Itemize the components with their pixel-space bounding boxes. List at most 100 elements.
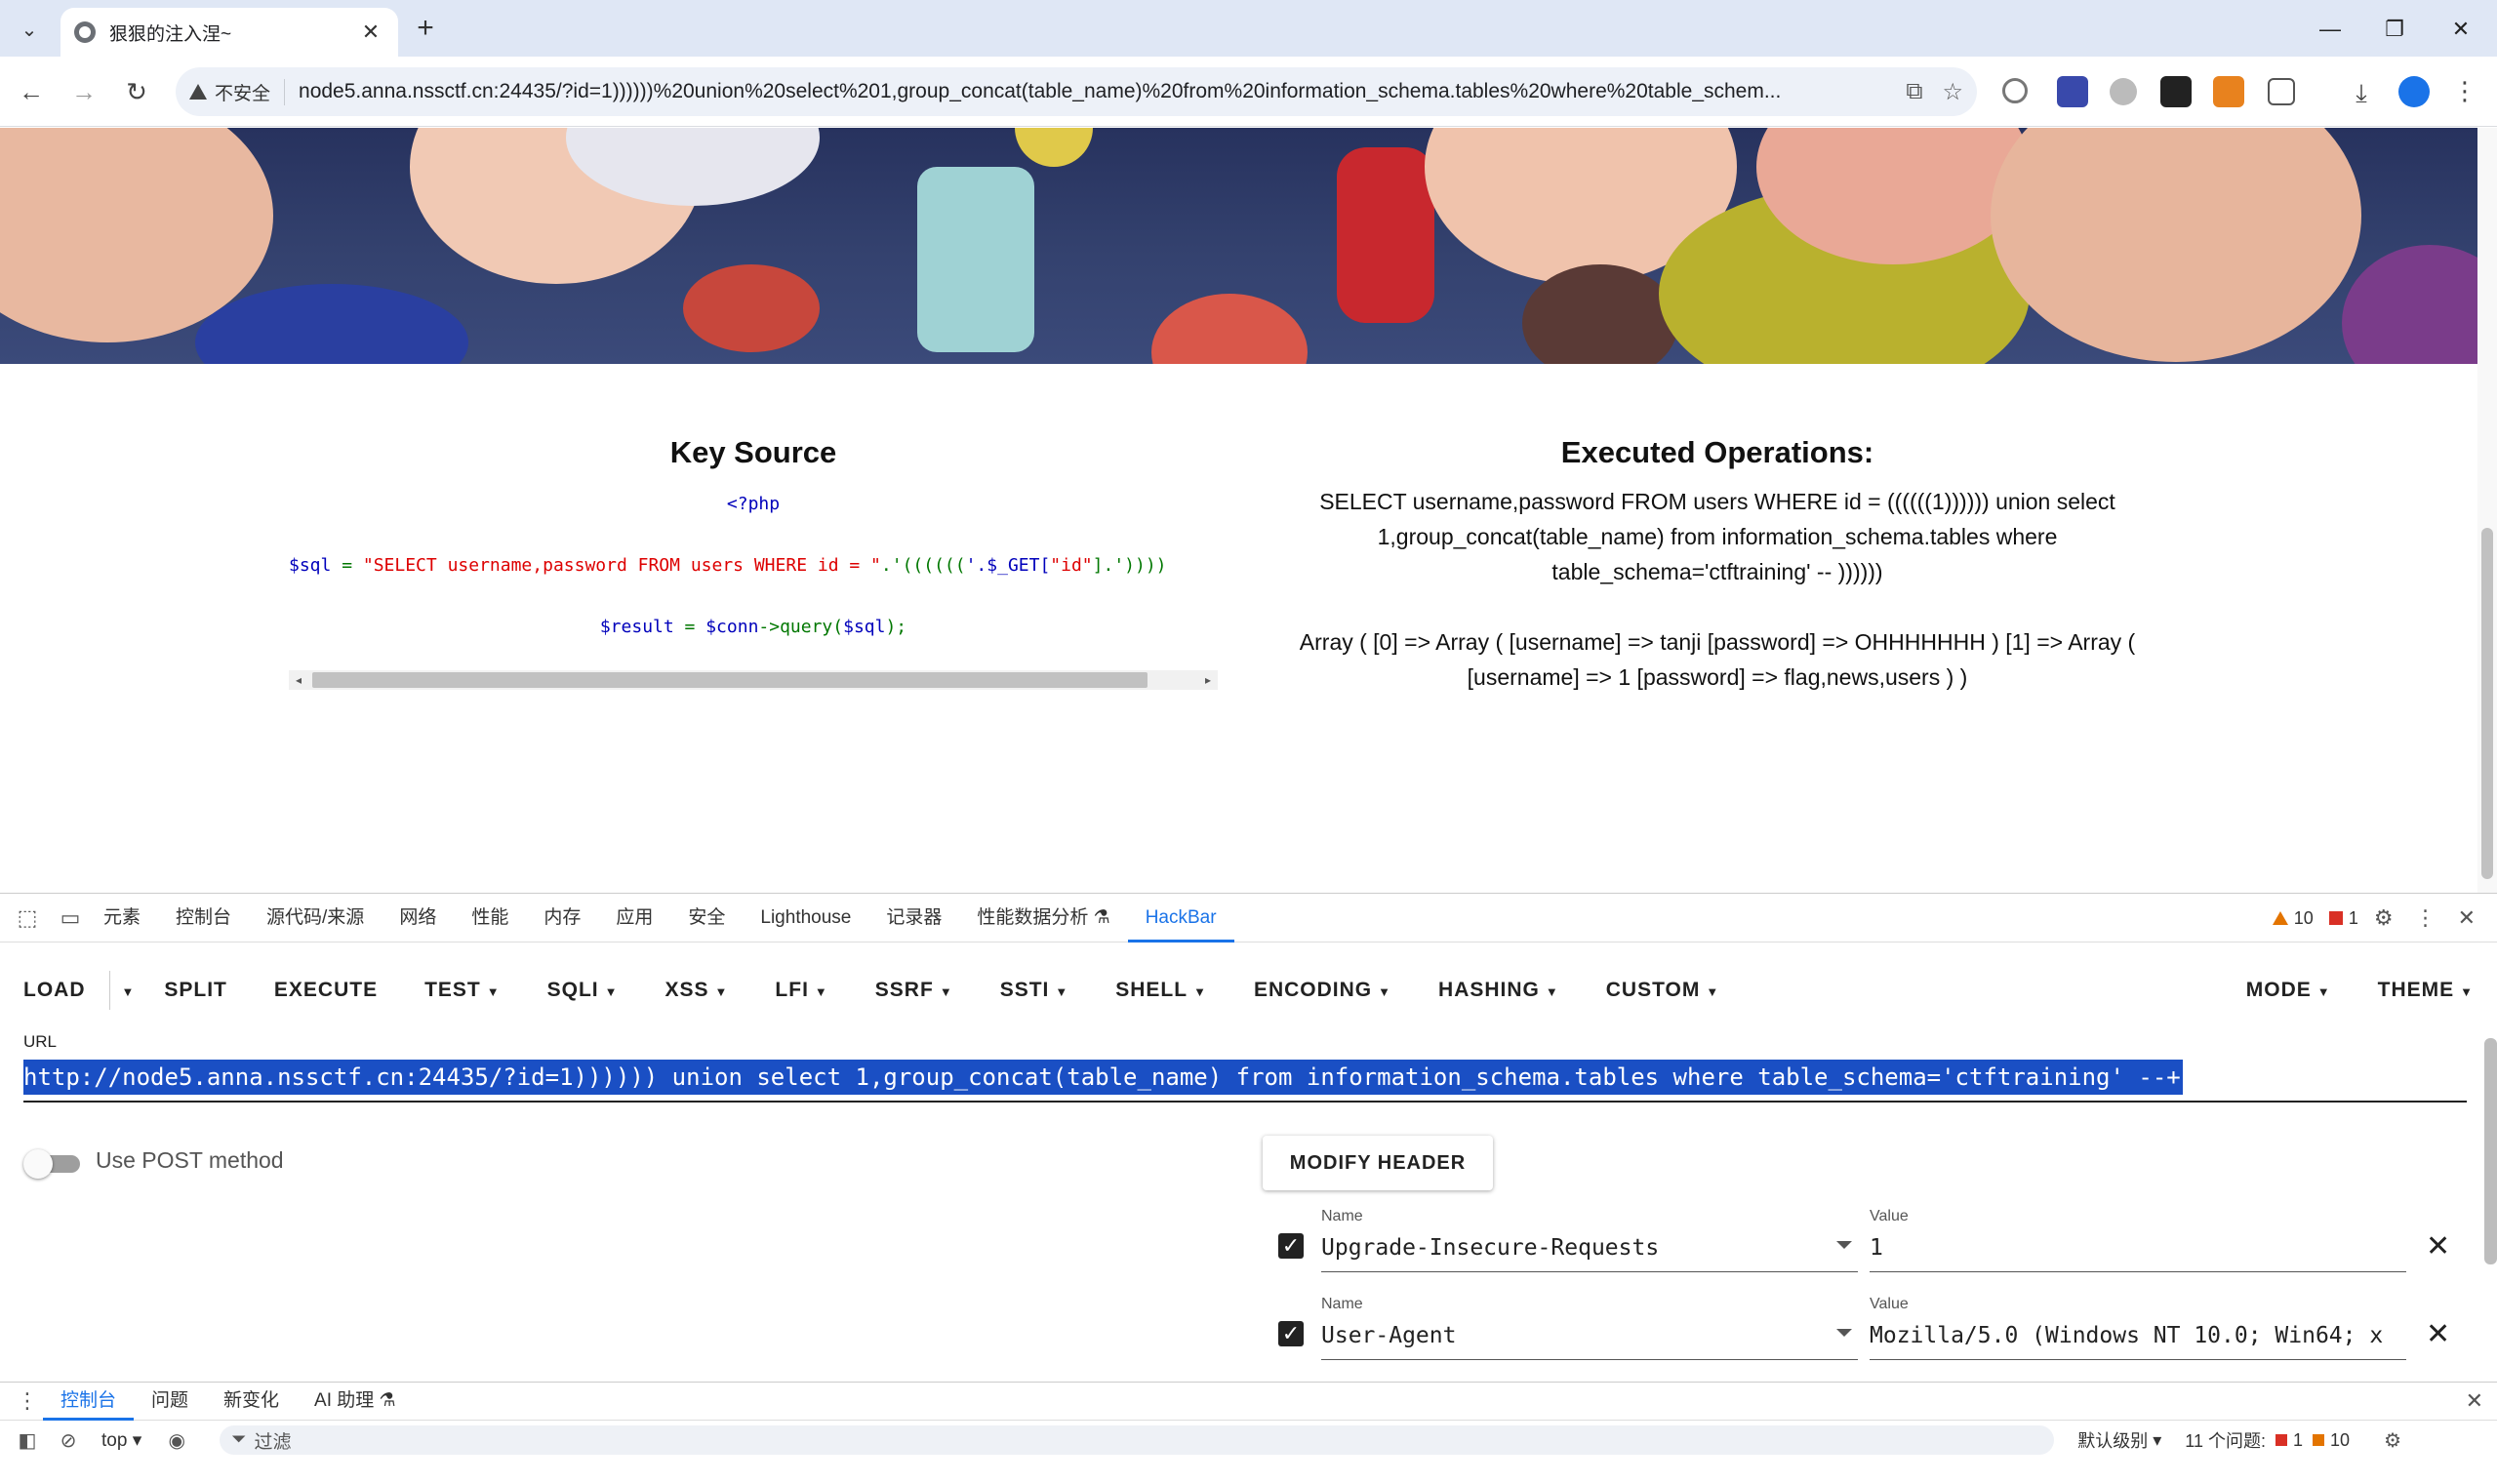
header-name-value[interactable]: Upgrade-Insecure-Requests bbox=[1321, 1235, 1659, 1261]
extension-gear-icon[interactable] bbox=[2110, 78, 2137, 105]
scroll-left-icon[interactable]: ◂ bbox=[289, 670, 308, 690]
header-name-field[interactable]: Name Upgrade-Insecure-Requests bbox=[1321, 1204, 1858, 1272]
close-tab-icon[interactable]: ✕ bbox=[357, 20, 384, 45]
devtools-tab-performance[interactable]: 性能 bbox=[454, 894, 526, 943]
shell-menu[interactable]: SHELL ▼ bbox=[1092, 979, 1230, 1002]
devtools-tab-performance-insights[interactable]: 性能数据分析 ⚗ bbox=[959, 894, 1127, 943]
scroll-right-icon[interactable]: ▸ bbox=[1198, 670, 1218, 690]
drawer-tab-issues[interactable]: 问题 bbox=[134, 1382, 206, 1421]
download-icon[interactable]: ⤓ bbox=[2346, 78, 2377, 109]
php-open-tag: <?php bbox=[726, 494, 781, 514]
context-selector[interactable]: top ▾ bbox=[101, 1429, 141, 1452]
test-menu[interactable]: TEST ▼ bbox=[401, 979, 524, 1002]
translate-icon[interactable]: ⧉ bbox=[1906, 78, 1922, 105]
header-value-text[interactable]: 1 bbox=[1870, 1235, 1883, 1261]
caret-down-icon[interactable] bbox=[1836, 1241, 1852, 1249]
split-button[interactable]: SPLIT bbox=[141, 979, 251, 1002]
devtools-tab-memory[interactable]: 内存 bbox=[526, 894, 598, 943]
extensions-puzzle-icon[interactable] bbox=[2268, 78, 2295, 105]
header-name-value[interactable]: User-Agent bbox=[1321, 1323, 1456, 1348]
more-options-icon[interactable]: ⋮ bbox=[2415, 905, 2437, 931]
issues-counter[interactable]: 11 个问题: 1 10 bbox=[2185, 1427, 2350, 1453]
forward-button[interactable]: → bbox=[64, 72, 103, 111]
mode-menu[interactable]: MODE ▼ bbox=[2223, 979, 2355, 1002]
header-enabled-checkbox[interactable]: ✓ bbox=[1278, 1233, 1304, 1259]
drawer-tab-whats-new[interactable]: 新变化 bbox=[206, 1382, 297, 1421]
header-name-field[interactable]: Name User-Agent bbox=[1321, 1292, 1858, 1360]
close-devtools-icon[interactable]: ✕ bbox=[2458, 905, 2476, 931]
devtools-tab-sources[interactable]: 源代码/来源 bbox=[249, 894, 382, 943]
devtools-tab-network[interactable]: 网络 bbox=[382, 894, 454, 943]
remove-header-icon[interactable]: ✕ bbox=[2426, 1229, 2450, 1263]
extension-shield-icon[interactable] bbox=[2057, 76, 2088, 107]
reload-button[interactable]: ↻ bbox=[117, 72, 156, 111]
warning-count[interactable]: 10 bbox=[2272, 908, 2314, 929]
lfi-menu[interactable]: LFI ▼ bbox=[751, 979, 851, 1002]
header-value-text[interactable]: Mozilla/5.0 (Windows NT 10.0; Win64; x bbox=[1870, 1323, 2383, 1348]
execute-button[interactable]: EXECUTE bbox=[251, 979, 401, 1002]
error-count[interactable]: 1 bbox=[2328, 908, 2358, 929]
eye-icon[interactable]: ◉ bbox=[163, 1428, 190, 1453]
url-text[interactable]: node5.anna.nssctf.cn:24435/?id=1))))))%2… bbox=[299, 80, 1886, 103]
encoding-menu[interactable]: ENCODING ▼ bbox=[1230, 979, 1415, 1002]
custom-menu[interactable]: CUSTOM ▼ bbox=[1583, 979, 1744, 1002]
drawer-menu-icon[interactable]: ⋮ bbox=[12, 1388, 43, 1414]
ssrf-menu[interactable]: SSRF ▼ bbox=[852, 979, 977, 1002]
inspect-element-icon[interactable]: ⬚ bbox=[12, 905, 43, 931]
sqli-menu[interactable]: SQLI ▼ bbox=[524, 979, 642, 1002]
load-button[interactable]: LOAD bbox=[0, 979, 109, 1002]
drawer-tab-console[interactable]: 控制台 bbox=[43, 1382, 135, 1421]
theme-menu[interactable]: THEME ▼ bbox=[2355, 979, 2483, 1002]
extension-circle-icon[interactable] bbox=[2002, 78, 2028, 103]
close-drawer-icon[interactable]: ✕ bbox=[2466, 1388, 2483, 1414]
remove-header-icon[interactable]: ✕ bbox=[2426, 1317, 2450, 1351]
restore-button[interactable]: ❐ bbox=[2367, 10, 2422, 49]
extension-mask-icon[interactable] bbox=[2160, 76, 2192, 107]
settings-gear-icon[interactable]: ⚙ bbox=[2374, 905, 2394, 931]
header-value-field[interactable]: Value Mozilla/5.0 (Windows NT 10.0; Win6… bbox=[1870, 1292, 2406, 1360]
browser-tab[interactable]: 狠狠的注入涅~ ✕ bbox=[60, 8, 398, 57]
load-dropdown-button[interactable]: ▼ bbox=[110, 979, 141, 1002]
drawer-tab-ai-assistant[interactable]: AI 助理 ⚗ bbox=[297, 1382, 414, 1421]
log-level-selector[interactable]: 默认级别 ▾ bbox=[2077, 1427, 2161, 1453]
page-scrollbar[interactable] bbox=[2477, 128, 2497, 893]
profile-avatar[interactable] bbox=[2398, 76, 2430, 107]
bookmark-star-icon[interactable]: ☆ bbox=[1942, 78, 1963, 106]
new-tab-button[interactable]: + bbox=[408, 12, 443, 47]
close-window-button[interactable]: ✕ bbox=[2434, 10, 2488, 49]
header-enabled-checkbox[interactable]: ✓ bbox=[1278, 1321, 1304, 1346]
clear-console-icon[interactable]: ⊘ bbox=[55, 1428, 82, 1453]
devtools-tab-elements[interactable]: 元素 bbox=[86, 894, 158, 943]
ssti-menu[interactable]: SSTI ▼ bbox=[977, 979, 1093, 1002]
hashing-menu[interactable]: HASHING ▼ bbox=[1415, 979, 1583, 1002]
devtools-tab-application[interactable]: 应用 bbox=[598, 894, 670, 943]
security-indicator[interactable]: 不安全 bbox=[189, 78, 286, 105]
code-scroll-thumb[interactable] bbox=[312, 672, 1148, 688]
browser-menu-icon[interactable]: ⋮ bbox=[2449, 76, 2480, 107]
console-settings-icon[interactable]: ⚙ bbox=[2379, 1428, 2406, 1453]
hackbar-url-value[interactable]: http://node5.anna.nssctf.cn:24435/?id=1)… bbox=[23, 1060, 2183, 1095]
hackbar-scrollbar[interactable] bbox=[2484, 1038, 2497, 1264]
console-filter-input[interactable]: ⏷ 过滤 bbox=[220, 1425, 2055, 1455]
code-result-var: $result bbox=[599, 617, 674, 637]
code-horizontal-scrollbar[interactable]: ◂ ▸ bbox=[289, 670, 1218, 690]
devtools-tab-recorder[interactable]: 记录器 bbox=[868, 894, 959, 943]
device-toolbar-icon[interactable]: ▭ bbox=[55, 905, 86, 931]
minimize-button[interactable]: — bbox=[2303, 10, 2357, 49]
tab-search-button[interactable]: ⌄ bbox=[12, 14, 47, 45]
devtools-tab-hackbar[interactable]: HackBar bbox=[1127, 894, 1234, 943]
modify-header-button[interactable]: MODIFY HEADER bbox=[1263, 1136, 1493, 1190]
hackbar-url-input[interactable]: http://node5.anna.nssctf.cn:24435/?id=1)… bbox=[23, 1060, 2467, 1103]
back-button[interactable]: ← bbox=[12, 72, 51, 111]
devtools-tab-lighthouse[interactable]: Lighthouse bbox=[743, 894, 868, 943]
caret-down-icon[interactable] bbox=[1836, 1329, 1852, 1337]
metamask-icon[interactable] bbox=[2213, 76, 2244, 107]
address-bar[interactable]: 不安全 node5.anna.nssctf.cn:24435/?id=1))))… bbox=[176, 67, 1977, 116]
devtools-tab-console[interactable]: 控制台 bbox=[158, 894, 249, 943]
post-method-toggle[interactable] bbox=[23, 1149, 80, 1179]
sidebar-toggle-icon[interactable]: ◧ bbox=[14, 1428, 41, 1453]
header-value-field[interactable]: Value 1 bbox=[1870, 1204, 2406, 1272]
xss-menu[interactable]: XSS ▼ bbox=[642, 979, 752, 1002]
devtools-tab-security[interactable]: 安全 bbox=[670, 894, 743, 943]
page-scroll-thumb[interactable] bbox=[2481, 528, 2493, 879]
